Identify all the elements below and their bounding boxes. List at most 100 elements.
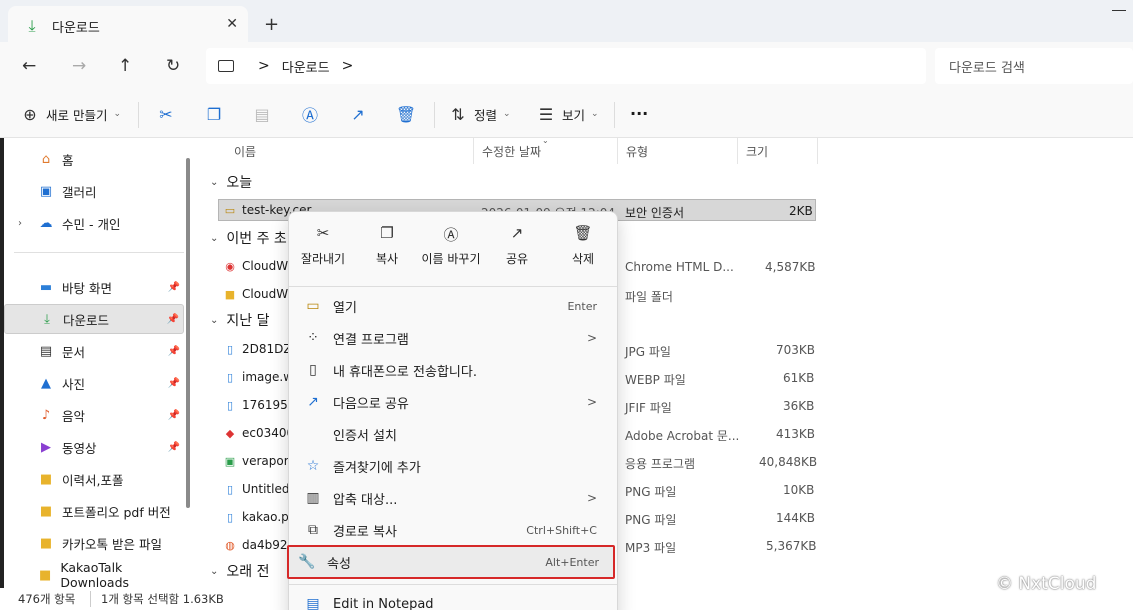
group-label: 오늘 (226, 175, 253, 191)
minimize-button[interactable] (1112, 10, 1126, 11)
new-tab-button[interactable]: + (264, 14, 279, 35)
new-button[interactable]: ⊕ 새로 만들기 ⌄ (20, 104, 121, 124)
sidebar-item-desktop[interactable]: ▬ 바탕 화면 📌 (4, 272, 184, 302)
copy-icon: ❐ (206, 104, 222, 124)
menu-item-open-with[interactable]: ⁘ 연결 프로그램 > (295, 322, 611, 354)
sidebar-item-gallery[interactable]: ▣ 갤러리 (4, 176, 184, 206)
watermark: © NxtCloud (996, 574, 1097, 594)
navigation-bar: ← → ↑ ↻ > 다운로드 > 다운로드 검색 (0, 42, 1133, 92)
sidebar-item-onedrive[interactable]: › ☁ 수민 - 개인 (4, 208, 184, 238)
rename-button[interactable]: Ⓐ (300, 104, 320, 125)
menu-item-share-with[interactable]: ↗ 다음으로 공유 > (295, 386, 611, 418)
group-today[interactable]: ⌄ 오늘 (210, 172, 252, 192)
group-long-ago[interactable]: ⌄ 오래 전 (210, 561, 269, 581)
group-this-week[interactable]: ⌄ 이번 주 초 (210, 228, 287, 248)
forward-button[interactable]: → (72, 56, 86, 76)
sidebar-item-pictures[interactable]: ▲ 사진 📌 (4, 368, 184, 398)
chevron-right-icon[interactable]: › (18, 218, 22, 229)
group-last-month[interactable]: ⌄ 지난 달 (210, 310, 269, 330)
menu-item-copy-path[interactable]: ⧉ 경로로 복사 Ctrl+Shift+C (295, 514, 611, 546)
sidebar-scrollbar[interactable] (186, 158, 190, 508)
action-label: 삭제 (571, 252, 595, 266)
file-type: WEBP 파일 (625, 373, 686, 387)
shortcut-label: Enter (567, 299, 597, 313)
file-type: Adobe Acrobat 문... (625, 429, 740, 443)
file-type: PNG 파일 (625, 485, 677, 499)
file-type: 보안 인증서 (625, 206, 685, 220)
refresh-button[interactable]: ↻ (166, 56, 180, 76)
trash-icon: 🗑 (395, 104, 417, 124)
sidebar-item-downloads[interactable]: ⤓ 다운로드 📌 (4, 304, 184, 334)
rename-action[interactable]: Ⓐ 이름 바꾸기 (419, 224, 483, 267)
cut-button[interactable]: ✂ (156, 104, 176, 124)
breadcrumb-separator-icon: > (258, 58, 270, 74)
pin-icon: 📌 (167, 377, 180, 389)
action-label: 공유 (505, 252, 529, 266)
column-header-size[interactable]: 크기 (738, 138, 818, 164)
address-bar[interactable]: > 다운로드 > (206, 48, 926, 84)
close-tab-icon[interactable]: ✕ (226, 16, 238, 32)
group-label: 오래 전 (226, 564, 270, 580)
chevron-down-icon: ⌄ (210, 314, 219, 326)
sidebar-item-folder[interactable]: ■ 카카오톡 받은 파일 (4, 528, 184, 558)
share-button[interactable]: ↗ (348, 104, 368, 124)
menu-item-label: 열기 (333, 300, 357, 316)
copy-action[interactable]: ❐ 복사 (355, 224, 419, 267)
breadcrumb-downloads[interactable]: 다운로드 (282, 57, 330, 76)
image-file-icon: ▯ (226, 510, 234, 524)
pin-icon: 📌 (167, 409, 180, 421)
tab-downloads[interactable]: ⤓ 다운로드 ✕ (8, 6, 248, 46)
more-button[interactable]: ··· (630, 104, 648, 123)
share-icon: ↗ (307, 394, 319, 410)
sort-button[interactable]: ⇅ 정렬 ⌄ (448, 104, 511, 124)
folder-icon: ■ (224, 287, 236, 301)
title-bar: ⤓ 다운로드 ✕ + (0, 0, 1133, 46)
star-icon: ☆ (306, 458, 320, 474)
document-icon: ▤ (39, 343, 53, 359)
sidebar-item-videos[interactable]: ▶ 동영상 📌 (4, 432, 184, 462)
divider (434, 102, 435, 128)
menu-item-edit-notepad[interactable]: ▤ Edit in Notepad (295, 588, 611, 610)
menu-item-send-to-phone[interactable]: ▯ 내 휴대폰으로 전송합니다. (295, 354, 611, 386)
column-header-type[interactable]: 유형 (618, 138, 738, 164)
menu-item-install-certificate[interactable]: 인증서 설치 (295, 418, 611, 450)
sidebar-item-folder[interactable]: ■ 포트폴리오 pdf 버전 (4, 496, 184, 526)
share-action[interactable]: ↗ 공유 (485, 224, 549, 267)
phone-icon: ▯ (309, 362, 317, 378)
download-icon: ⤓ (44, 311, 50, 327)
back-button[interactable]: ← (22, 56, 36, 76)
sidebar-item-label: 홈 (62, 152, 74, 168)
sidebar-item-folder[interactable]: ■ KakaoTalk Downloads (4, 560, 184, 590)
view-button[interactable]: ☰ 보기 ⌄ (536, 104, 599, 124)
paste-button[interactable]: ▤ (252, 104, 272, 124)
sort-label: 정렬 (474, 107, 498, 123)
chevron-down-icon: ⌄ (503, 109, 511, 119)
chevron-down-icon: ⌄ (210, 565, 219, 577)
copy-button[interactable]: ❐ (204, 104, 224, 124)
column-header-name[interactable]: 이름 (226, 138, 474, 164)
sidebar-item-folder[interactable]: ■ 이력서,포폴 (4, 464, 184, 494)
search-input[interactable]: 다운로드 검색 (935, 48, 1133, 84)
menu-item-add-favorites[interactable]: ☆ 즐겨찾기에 추가 (295, 450, 611, 482)
rename-icon: Ⓐ (443, 226, 459, 244)
zip-icon: ▥ (306, 490, 320, 506)
item-count: 476개 항목 (18, 592, 76, 606)
sidebar-item-label: 수민 - 개인 (62, 216, 121, 232)
sidebar-item-home[interactable]: ⌂ 홈 (4, 144, 184, 174)
folder-icon: ■ (39, 567, 52, 583)
sidebar-item-music[interactable]: ♪ 음악 📌 (4, 400, 184, 430)
cut-action[interactable]: ✂ 잘라내기 (291, 224, 355, 267)
file-size: 4,587KB (765, 260, 816, 274)
up-button[interactable]: ↑ (118, 56, 132, 76)
menu-item-properties[interactable]: 🔧 속성 Alt+Enter (287, 545, 615, 579)
file-name: ec03400 (242, 426, 295, 440)
menu-item-open[interactable]: ▭ 열기 Enter (295, 290, 611, 322)
divider (289, 584, 617, 585)
menu-item-label: 연결 프로그램 (333, 332, 409, 348)
action-label: 이름 바꾸기 (421, 252, 481, 266)
delete-action[interactable]: 🗑 삭제 (551, 224, 615, 267)
delete-button[interactable]: 🗑 (396, 104, 416, 124)
menu-item-compress[interactable]: ▥ 압축 대상... > (295, 482, 611, 514)
certificate-icon: ▭ (224, 203, 236, 217)
sidebar-item-documents[interactable]: ▤ 문서 📌 (4, 336, 184, 366)
